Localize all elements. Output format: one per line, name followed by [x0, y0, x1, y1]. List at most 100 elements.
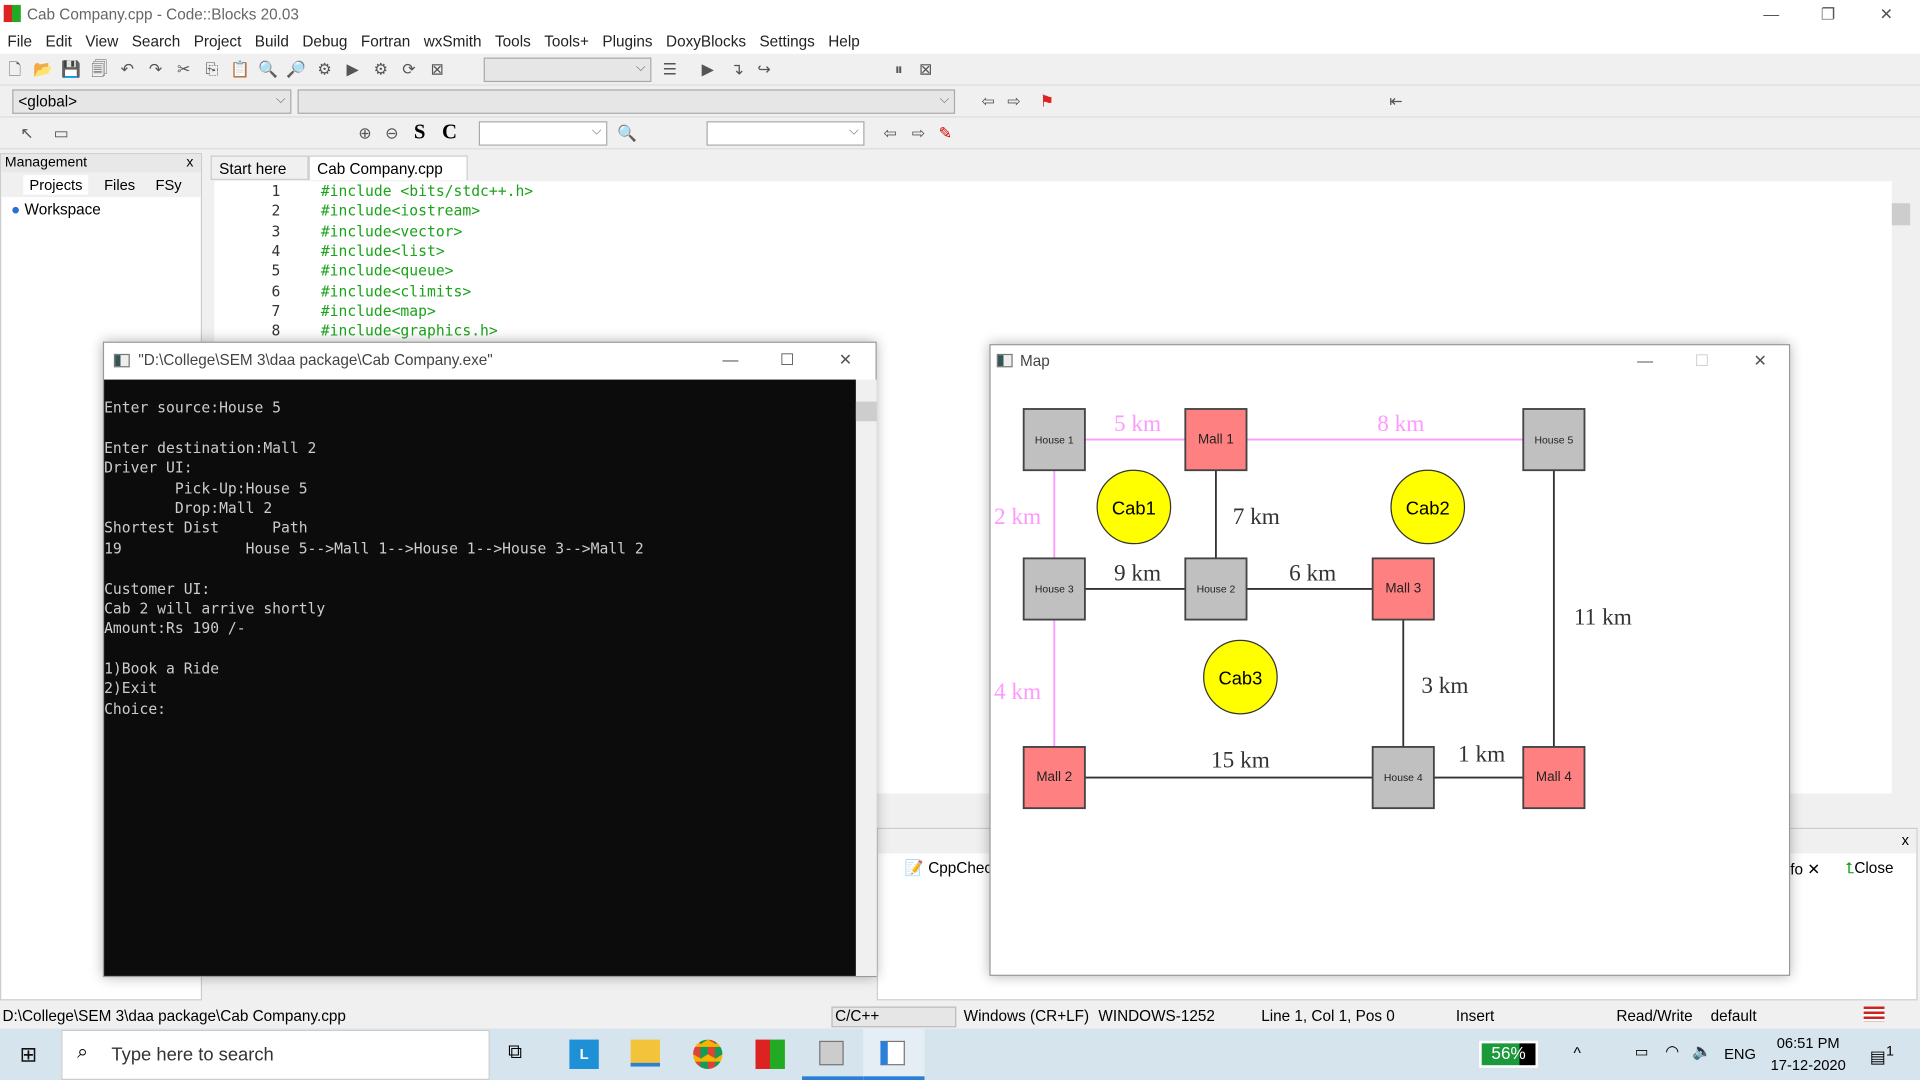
- console-taskbar-item[interactable]: [802, 1029, 864, 1080]
- menu-edit[interactable]: Edit: [38, 29, 78, 50]
- volume-icon[interactable]: 🔈: [1692, 1042, 1712, 1062]
- search-combo[interactable]: ⌵: [478, 121, 608, 146]
- jump-forward-icon[interactable]: ⇨: [1003, 91, 1025, 113]
- zoom-out-icon[interactable]: ⊖: [381, 122, 403, 144]
- menu-build[interactable]: Build: [247, 29, 295, 50]
- tab-start-here[interactable]: Start here ✕: [210, 155, 309, 196]
- console-line: Cab 2 will arrive shortly: [104, 599, 326, 618]
- tab-projects[interactable]: Projects: [23, 175, 89, 195]
- scope-combo[interactable]: <global> ⌵: [12, 89, 292, 114]
- console-output[interactable]: Enter source:House 5 Enter destination:Ma…: [104, 379, 856, 976]
- chevron-up-icon[interactable]: ^: [1573, 1043, 1580, 1061]
- map-taskbar-item[interactable]: [863, 1028, 925, 1080]
- task-view-icon[interactable]: ⧉: [508, 1042, 522, 1064]
- restore-icon[interactable]: ❐: [1821, 5, 1835, 25]
- next-line-icon[interactable]: ↪: [753, 59, 775, 81]
- build-icon[interactable]: ⚙: [313, 59, 335, 81]
- menu-plugins[interactable]: Plugins: [595, 29, 659, 50]
- run-icon[interactable]: ▶: [342, 59, 364, 81]
- menu-tools[interactable]: Tools: [488, 29, 537, 50]
- save-all-icon[interactable]: 🗐: [88, 59, 110, 81]
- jump-back-icon[interactable]: ⇦: [977, 91, 999, 113]
- search-icon[interactable]: 🔍: [616, 122, 638, 144]
- close-logs-button[interactable]: ⮤Close: [1845, 860, 1893, 878]
- copy-icon[interactable]: ⎘: [201, 59, 223, 81]
- save-icon[interactable]: 💾: [60, 59, 82, 81]
- cab-label: Cab3: [1218, 667, 1262, 688]
- notifications-icon[interactable]: ▤1: [1870, 1043, 1894, 1067]
- app-l-icon[interactable]: L: [569, 1039, 599, 1069]
- file-explorer-icon[interactable]: [630, 1039, 661, 1067]
- close-icon[interactable]: ✕: [1880, 5, 1893, 25]
- menu-project[interactable]: Project: [186, 29, 247, 50]
- menu-tools[interactable]: Tools+: [537, 29, 595, 50]
- next-icon[interactable]: ⇨: [907, 122, 929, 144]
- code-line: #include<climits>: [320, 282, 472, 300]
- zoom-in-icon[interactable]: ⊕: [354, 122, 376, 144]
- cab-label: Cab1: [1112, 497, 1156, 518]
- logs-close-icon[interactable]: x: [1902, 831, 1909, 848]
- comment-icon[interactable]: ⇤: [1385, 91, 1407, 113]
- panel-close-icon[interactable]: x: [186, 156, 193, 171]
- battery-widget[interactable]: 56%: [1479, 1040, 1538, 1068]
- codeblocks-taskbar-icon[interactable]: [755, 1039, 785, 1069]
- tab-cppcheck[interactable]: 📝 CppCheck: [905, 860, 1000, 878]
- box-icon[interactable]: ▭: [50, 122, 72, 144]
- replace-icon[interactable]: 🔎: [285, 59, 307, 81]
- tab-label: Cab Company.cpp: [317, 160, 443, 178]
- menu-debug[interactable]: Debug: [295, 29, 354, 50]
- menu-doxyblocks[interactable]: DoxyBlocks: [659, 29, 752, 50]
- taskbar-search[interactable]: ⌕ Type here to search: [61, 1029, 490, 1080]
- edge-distance-label: 6 km: [1289, 560, 1336, 586]
- find-icon[interactable]: 🔍: [257, 59, 279, 81]
- cut-icon[interactable]: ✂: [173, 59, 195, 81]
- chrome-icon[interactable]: [693, 1039, 723, 1069]
- replace-combo[interactable]: ⌵: [706, 121, 865, 146]
- build-target-combo[interactable]: ⌵: [483, 57, 652, 83]
- tab-files[interactable]: Files: [104, 176, 135, 193]
- workspace-item[interactable]: ● Workspace: [1, 197, 201, 221]
- undo-icon[interactable]: ↶: [116, 59, 138, 81]
- redo-icon[interactable]: ↷: [144, 59, 166, 81]
- tab-info[interactable]: fo ✕: [1790, 860, 1820, 878]
- maximize-icon[interactable]: ☐: [780, 350, 794, 370]
- console-scrollbar[interactable]: [855, 379, 877, 976]
- clock-date[interactable]: 17-12-2020: [1771, 1057, 1846, 1074]
- wifi-icon[interactable]: ◠: [1665, 1042, 1679, 1062]
- abort-icon[interactable]: ⊠: [426, 59, 448, 81]
- bookmark-icon[interactable]: ⚑: [1036, 91, 1058, 113]
- menu-wxsmith[interactable]: wxSmith: [416, 29, 487, 50]
- s-button[interactable]: S: [414, 120, 426, 144]
- language-indicator[interactable]: ENG: [1724, 1046, 1756, 1063]
- pause-icon[interactable]: ⏸: [888, 59, 910, 81]
- build-run-icon[interactable]: ⚙: [370, 59, 392, 81]
- editor-scrollbar[interactable]: [1891, 181, 1911, 794]
- menu-search[interactable]: Search: [124, 29, 186, 50]
- prev-icon[interactable]: ⇦: [879, 122, 901, 144]
- new-file-icon[interactable]: 🗋: [4, 59, 26, 81]
- minimize-icon[interactable]: —: [1763, 5, 1779, 23]
- paste-icon[interactable]: 📋: [229, 59, 251, 81]
- minimize-icon[interactable]: —: [722, 350, 738, 368]
- tab-fsymbols[interactable]: FSy: [156, 176, 182, 193]
- c-button[interactable]: C: [442, 120, 457, 144]
- tab-cab-company[interactable]: Cab Company.cpp ✕: [308, 155, 468, 196]
- pointer-icon[interactable]: ↖: [16, 122, 38, 144]
- close-icon[interactable]: ✕: [839, 350, 852, 370]
- open-icon[interactable]: 📂: [32, 59, 54, 81]
- menu-settings[interactable]: Settings: [752, 29, 821, 50]
- function-combo[interactable]: ⌵: [297, 89, 956, 114]
- rebuild-icon[interactable]: ⟳: [398, 59, 420, 81]
- highlight-icon[interactable]: ✎: [934, 122, 956, 144]
- battery-icon[interactable]: ▭: [1635, 1043, 1649, 1060]
- menu-fortran[interactable]: Fortran: [354, 29, 417, 50]
- clock-time[interactable]: 06:51 PM: [1777, 1035, 1840, 1052]
- target-options-icon[interactable]: ☰: [659, 59, 681, 81]
- windows-start-icon[interactable]: ⊞: [20, 1043, 37, 1067]
- step-icon[interactable]: ↴: [726, 59, 748, 81]
- debug-run-icon[interactable]: ▶: [697, 59, 719, 81]
- stop-debug-icon[interactable]: ⊠: [915, 59, 937, 81]
- menu-help[interactable]: Help: [821, 29, 866, 50]
- menu-file[interactable]: File: [0, 29, 38, 50]
- menu-view[interactable]: View: [78, 29, 124, 50]
